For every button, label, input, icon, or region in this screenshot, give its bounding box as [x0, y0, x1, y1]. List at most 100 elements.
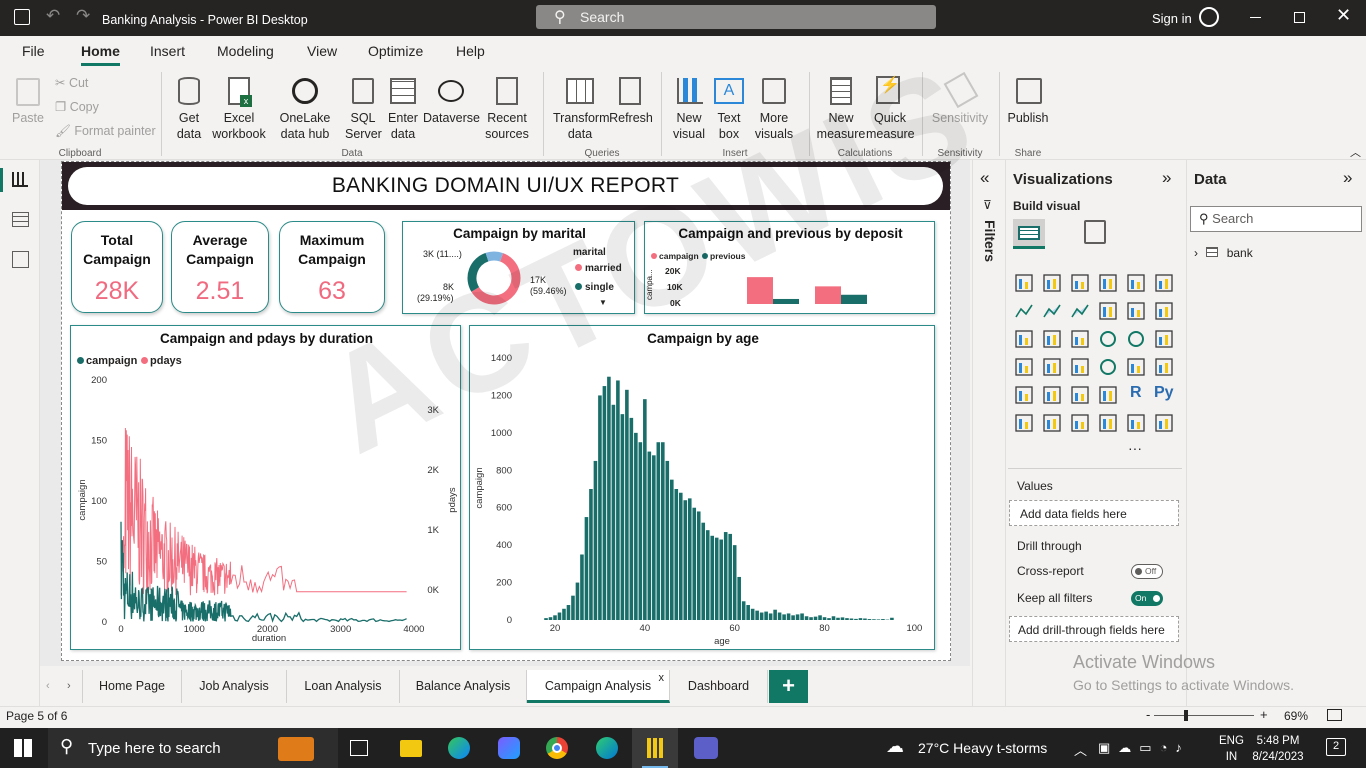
- menu-file[interactable]: File: [22, 43, 45, 59]
- excel-workbook-button[interactable]: Excel workbook: [210, 110, 268, 142]
- redo-icon[interactable]: ↷: [76, 6, 90, 26]
- bar-age-44: [661, 442, 665, 620]
- tray-icons[interactable]: ▣☁▭◔♪: [1098, 740, 1190, 756]
- kpi-card-total-campaign[interactable]: Total Campaign 28K: [71, 221, 163, 313]
- text-box-button[interactable]: Text box: [710, 110, 748, 142]
- minimize-button[interactable]: [1250, 17, 1261, 18]
- clock[interactable]: 5:48 PM 8/24/2023: [1250, 733, 1306, 765]
- cross-report-toggle[interactable]: Off: [1131, 564, 1163, 579]
- expand-filters-icon[interactable]: «: [980, 168, 989, 188]
- menu-insert[interactable]: Insert: [150, 43, 185, 59]
- tabs-next-icon[interactable]: ›: [67, 680, 71, 692]
- quick-measure-button[interactable]: Quick measure: [866, 110, 915, 142]
- tabs-prev-icon[interactable]: ‹: [46, 680, 50, 692]
- dataverse-button[interactable]: Dataverse: [423, 110, 480, 126]
- chrome-icon[interactable]: [546, 737, 568, 759]
- paste-button[interactable]: Paste: [10, 110, 46, 126]
- menu-home[interactable]: Home: [81, 43, 120, 59]
- format-painter-button[interactable]: 🖌 Format painter: [55, 123, 156, 139]
- enter-data-button[interactable]: Enter data: [384, 110, 422, 142]
- sensitivity-button[interactable]: Sensitivity: [930, 110, 990, 126]
- search-icon: ⚲: [554, 9, 566, 26]
- tab-home-page[interactable]: Home Page: [82, 670, 182, 703]
- age-bar-visual[interactable]: Campaign by age 1400 1200 1000 800 600 400 200…: [469, 325, 935, 650]
- fit-to-page-icon[interactable]: [1327, 709, 1342, 721]
- data-search-input[interactable]: ⚲ Search: [1190, 206, 1362, 232]
- undo-icon[interactable]: ↶: [46, 6, 60, 26]
- sign-in-link[interactable]: Sign in: [1152, 11, 1192, 26]
- values-well[interactable]: Add data fields here: [1009, 500, 1179, 526]
- copilot-icon[interactable]: [498, 737, 520, 759]
- save-icon[interactable]: [14, 9, 30, 25]
- recent-sources-button[interactable]: Recent sources: [478, 110, 536, 142]
- report-view-icon[interactable]: [12, 172, 28, 187]
- teams-icon[interactable]: [694, 737, 718, 759]
- tab-loan-analysis[interactable]: Loan Analysis: [287, 670, 400, 703]
- menu-optimize[interactable]: Optimize: [368, 43, 423, 59]
- language-indicator[interactable]: ENG IN: [1219, 733, 1244, 765]
- get-data-button[interactable]: Get data: [168, 110, 210, 142]
- weather-text[interactable]: 27°C Heavy t-storms: [918, 740, 1047, 756]
- copy-button[interactable]: ❐ Copy: [55, 99, 99, 115]
- transform-data-button[interactable]: Transform data: [553, 110, 610, 142]
- menu-view[interactable]: View: [307, 43, 337, 59]
- tab-balance-analysis[interactable]: Balance Analysis: [400, 670, 527, 703]
- collapse-data-icon[interactable]: »: [1343, 168, 1352, 188]
- format-visual-tab-icon[interactable]: [1084, 220, 1106, 244]
- pdays-duration-visual[interactable]: Campaign and pdays by duration campaign …: [70, 325, 461, 650]
- tab-dashboard[interactable]: Dashboard: [670, 670, 768, 703]
- edge-beta-icon[interactable]: [596, 737, 618, 759]
- zoom-out-button[interactable]: -: [1146, 707, 1150, 722]
- sql-server-button[interactable]: SQL Server: [345, 110, 382, 142]
- marital-donut-visual[interactable]: Campaign by marital 3K (11....) 8K (29.1…: [402, 221, 635, 314]
- taskbar-search[interactable]: ⚲ Type here to search: [48, 728, 338, 768]
- zoom-slider[interactable]: [1154, 715, 1254, 716]
- close-button[interactable]: ✕: [1336, 5, 1351, 26]
- tab-campaign-analysis[interactable]: Campaign Analysis x: [527, 670, 670, 703]
- new-visual-button[interactable]: New visual: [669, 110, 709, 142]
- legend-scroll-down-icon[interactable]: ▼: [599, 298, 607, 307]
- kpi-card-average-campaign[interactable]: Average Campaign 2.51: [171, 221, 269, 313]
- maximize-button[interactable]: [1294, 12, 1305, 23]
- menu-modeling[interactable]: Modeling: [217, 43, 274, 59]
- collapse-viz-icon[interactable]: »: [1162, 168, 1171, 188]
- data-search-placeholder: Search: [1212, 211, 1254, 226]
- kpi-card-maximum-campaign[interactable]: Maximum Campaign 63: [279, 221, 385, 313]
- notifications-icon[interactable]: 2: [1326, 738, 1346, 756]
- edge-icon[interactable]: [448, 737, 470, 759]
- keep-filters-toggle[interactable]: On: [1131, 591, 1163, 606]
- publish-button[interactable]: Publish: [1006, 110, 1050, 126]
- python-visual-icon[interactable]: Py: [1154, 384, 1174, 402]
- new-measure-button[interactable]: New measure: [815, 110, 867, 142]
- deposit-bar-visual[interactable]: Campaign and previous by deposit campaig…: [644, 221, 935, 314]
- tray-chevron-icon[interactable]: ︿: [1074, 740, 1087, 759]
- windows-start-icon[interactable]: [14, 739, 32, 757]
- zoom-in-button[interactable]: +: [1260, 707, 1268, 722]
- key-influencers-icon: [1015, 414, 1033, 432]
- model-view-icon[interactable]: [12, 251, 29, 268]
- zoom-thumb[interactable]: [1184, 710, 1188, 721]
- line-pdays: [120, 427, 407, 596]
- refresh-button[interactable]: Refresh: [609, 110, 653, 126]
- task-view-icon[interactable]: [350, 740, 368, 756]
- table-bank-item[interactable]: › bank: [1194, 246, 1253, 260]
- r-visual-icon[interactable]: R: [1130, 384, 1142, 402]
- more-visuals-icon[interactable]: ···: [1128, 440, 1142, 456]
- file-explorer-icon[interactable]: [400, 740, 422, 757]
- clustered-column-icon: [1099, 274, 1117, 292]
- age-bar-chart: 1400 1200 1000 800 600 400 200 0 20 40 60 80 100 age c…: [474, 353, 922, 647]
- cut-button[interactable]: ✂ Cut: [55, 75, 88, 91]
- more-visuals-button[interactable]: More visuals: [750, 110, 798, 142]
- build-visual-tab-icon[interactable]: [1013, 219, 1045, 249]
- title-search[interactable]: ⚲ Search: [536, 5, 936, 29]
- close-tab-icon[interactable]: x: [659, 662, 665, 694]
- menu-help[interactable]: Help: [456, 43, 485, 59]
- powerbi-taskbar-icon[interactable]: [632, 728, 678, 768]
- onelake-button[interactable]: OneLake data hub: [268, 110, 342, 142]
- tab-job-analysis[interactable]: Job Analysis: [182, 670, 287, 703]
- table-view-icon[interactable]: [12, 212, 29, 227]
- add-page-button[interactable]: +: [769, 670, 808, 703]
- drill-through-well[interactable]: Add drill-through fields here: [1009, 616, 1179, 642]
- collapse-ribbon-icon[interactable]: ︿: [1350, 144, 1361, 160]
- account-icon[interactable]: [1199, 7, 1219, 27]
